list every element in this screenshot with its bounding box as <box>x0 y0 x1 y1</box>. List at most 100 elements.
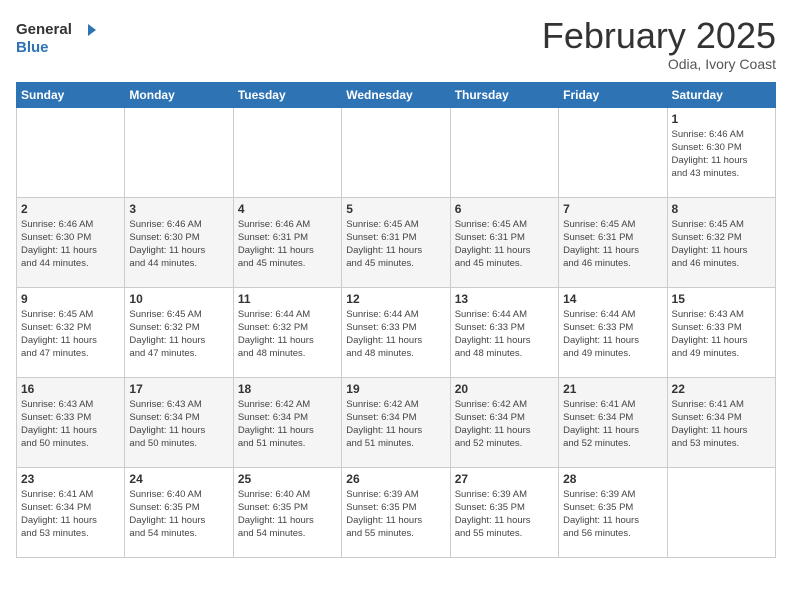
day-info: Sunrise: 6:41 AM Sunset: 6:34 PM Dayligh… <box>563 398 662 451</box>
day-number: 19 <box>346 382 445 396</box>
day-number: 27 <box>455 472 554 486</box>
day-cell-9: 9 Sunrise: 6:45 AM Sunset: 6:32 PM Daylig… <box>17 287 125 377</box>
day-cell-14: 14Sunrise: 6:44 AM Sunset: 6:33 PM Dayli… <box>559 287 667 377</box>
day-info: Sunrise: 6:46 AM Sunset: 6:31 PM Dayligh… <box>238 218 337 271</box>
day-cell-10: 10Sunrise: 6:45 AM Sunset: 6:32 PM Dayli… <box>125 287 233 377</box>
day-number: 28 <box>563 472 662 486</box>
day-number: 20 <box>455 382 554 396</box>
day-number: 12 <box>346 292 445 306</box>
day-number: 18 <box>238 382 337 396</box>
day-number: 5 <box>346 202 445 216</box>
day-number: 7 <box>563 202 662 216</box>
title-section: February 2025 Odia, Ivory Coast <box>542 16 776 72</box>
day-cell-2: 2 Sunrise: 6:46 AM Sunset: 6:30 PM Daylig… <box>17 197 125 287</box>
day-cell-8: 8Sunrise: 6:45 AM Sunset: 6:32 PM Daylig… <box>667 197 775 287</box>
week-row-1: 1 Sunrise: 6:46 AM Sunset: 6:30 PM Daylig… <box>17 107 776 197</box>
empty-cell <box>342 107 450 197</box>
day-cell-23: 23 Sunrise: 6:41 AM Sunset: 6:34 PM Dayli… <box>17 467 125 557</box>
day-cell-19: 19 Sunrise: 6:42 AM Sunset: 6:34 PM Dayli… <box>342 377 450 467</box>
day-number: 1 <box>672 112 771 126</box>
day-info: Sunrise: 6:44 AM Sunset: 6:33 PM Dayligh… <box>563 308 662 361</box>
day-cell-15: 15 Sunrise: 6:43 AM Sunset: 6:33 PM Dayli… <box>667 287 775 377</box>
day-number: 25 <box>238 472 337 486</box>
calendar-table: SundayMondayTuesdayWednesdayThursdayFrid… <box>16 82 776 558</box>
day-info: Sunrise: 6:40 AM Sunset: 6:35 PM Dayligh… <box>129 488 228 541</box>
day-cell-13: 13 Sunrise: 6:44 AM Sunset: 6:33 PM Dayli… <box>450 287 558 377</box>
day-info: Sunrise: 6:45 AM Sunset: 6:32 PM Dayligh… <box>672 218 771 271</box>
day-number: 17 <box>129 382 228 396</box>
header-row: SundayMondayTuesdayWednesdayThursdayFrid… <box>17 82 776 107</box>
day-cell-25: 25 Sunrise: 6:40 AM Sunset: 6:35 PM Dayli… <box>233 467 341 557</box>
week-row-3: 9 Sunrise: 6:45 AM Sunset: 6:32 PM Daylig… <box>17 287 776 377</box>
empty-cell <box>125 107 233 197</box>
day-info: Sunrise: 6:46 AM Sunset: 6:30 PM Dayligh… <box>21 218 120 271</box>
day-info: Sunrise: 6:43 AM Sunset: 6:33 PM Dayligh… <box>672 308 771 361</box>
day-number: 11 <box>238 292 337 306</box>
calendar-page: General Blue February 2025 Odia, Ivory C… <box>0 0 792 568</box>
day-number: 9 <box>21 292 120 306</box>
empty-cell <box>667 467 775 557</box>
day-cell-24: 24 Sunrise: 6:40 AM Sunset: 6:35 PM Dayli… <box>125 467 233 557</box>
day-info: Sunrise: 6:41 AM Sunset: 6:34 PM Dayligh… <box>21 488 120 541</box>
col-header-sunday: Sunday <box>17 82 125 107</box>
day-cell-16: 16Sunrise: 6:43 AM Sunset: 6:33 PM Dayli… <box>17 377 125 467</box>
day-cell-22: 22Sunrise: 6:41 AM Sunset: 6:34 PM Dayli… <box>667 377 775 467</box>
day-cell-1: 1 Sunrise: 6:46 AM Sunset: 6:30 PM Daylig… <box>667 107 775 197</box>
day-info: Sunrise: 6:39 AM Sunset: 6:35 PM Dayligh… <box>346 488 445 541</box>
day-info: Sunrise: 6:39 AM Sunset: 6:35 PM Dayligh… <box>563 488 662 541</box>
day-info: Sunrise: 6:45 AM Sunset: 6:31 PM Dayligh… <box>346 218 445 271</box>
day-info: Sunrise: 6:43 AM Sunset: 6:34 PM Dayligh… <box>129 398 228 451</box>
col-header-thursday: Thursday <box>450 82 558 107</box>
week-row-5: 23 Sunrise: 6:41 AM Sunset: 6:34 PM Dayli… <box>17 467 776 557</box>
day-info: Sunrise: 6:46 AM Sunset: 6:30 PM Dayligh… <box>129 218 228 271</box>
logo-svg: General Blue <box>16 16 96 58</box>
month-title: February 2025 <box>542 16 776 56</box>
day-cell-6: 6 Sunrise: 6:45 AM Sunset: 6:31 PM Daylig… <box>450 197 558 287</box>
col-header-tuesday: Tuesday <box>233 82 341 107</box>
day-info: Sunrise: 6:45 AM Sunset: 6:31 PM Dayligh… <box>455 218 554 271</box>
day-number: 10 <box>129 292 228 306</box>
day-cell-17: 17 Sunrise: 6:43 AM Sunset: 6:34 PM Dayli… <box>125 377 233 467</box>
day-number: 13 <box>455 292 554 306</box>
location: Odia, Ivory Coast <box>542 56 776 72</box>
day-info: Sunrise: 6:42 AM Sunset: 6:34 PM Dayligh… <box>455 398 554 451</box>
col-header-friday: Friday <box>559 82 667 107</box>
empty-cell <box>559 107 667 197</box>
day-cell-12: 12 Sunrise: 6:44 AM Sunset: 6:33 PM Dayli… <box>342 287 450 377</box>
day-number: 15 <box>672 292 771 306</box>
day-number: 23 <box>21 472 120 486</box>
day-cell-11: 11Sunrise: 6:44 AM Sunset: 6:32 PM Dayli… <box>233 287 341 377</box>
day-info: Sunrise: 6:44 AM Sunset: 6:33 PM Dayligh… <box>455 308 554 361</box>
day-number: 4 <box>238 202 337 216</box>
day-number: 22 <box>672 382 771 396</box>
day-info: Sunrise: 6:46 AM Sunset: 6:30 PM Dayligh… <box>672 128 771 181</box>
day-cell-3: 3 Sunrise: 6:46 AM Sunset: 6:30 PM Daylig… <box>125 197 233 287</box>
day-cell-28: 28 Sunrise: 6:39 AM Sunset: 6:35 PM Dayli… <box>559 467 667 557</box>
day-cell-21: 21Sunrise: 6:41 AM Sunset: 6:34 PM Dayli… <box>559 377 667 467</box>
day-cell-26: 26 Sunrise: 6:39 AM Sunset: 6:35 PM Dayli… <box>342 467 450 557</box>
day-info: Sunrise: 6:45 AM Sunset: 6:32 PM Dayligh… <box>21 308 120 361</box>
day-number: 24 <box>129 472 228 486</box>
day-number: 3 <box>129 202 228 216</box>
svg-text:Blue: Blue <box>16 39 49 56</box>
day-number: 2 <box>21 202 120 216</box>
day-info: Sunrise: 6:45 AM Sunset: 6:31 PM Dayligh… <box>563 218 662 271</box>
day-cell-5: 5 Sunrise: 6:45 AM Sunset: 6:31 PM Daylig… <box>342 197 450 287</box>
col-header-wednesday: Wednesday <box>342 82 450 107</box>
day-cell-7: 7 Sunrise: 6:45 AM Sunset: 6:31 PM Daylig… <box>559 197 667 287</box>
day-number: 16 <box>21 382 120 396</box>
header: General Blue February 2025 Odia, Ivory C… <box>16 16 776 72</box>
col-header-monday: Monday <box>125 82 233 107</box>
day-cell-4: 4 Sunrise: 6:46 AM Sunset: 6:31 PM Daylig… <box>233 197 341 287</box>
day-cell-18: 18Sunrise: 6:42 AM Sunset: 6:34 PM Dayli… <box>233 377 341 467</box>
day-number: 6 <box>455 202 554 216</box>
week-row-2: 2 Sunrise: 6:46 AM Sunset: 6:30 PM Daylig… <box>17 197 776 287</box>
svg-text:General: General <box>16 21 72 38</box>
day-info: Sunrise: 6:44 AM Sunset: 6:33 PM Dayligh… <box>346 308 445 361</box>
day-number: 26 <box>346 472 445 486</box>
day-info: Sunrise: 6:40 AM Sunset: 6:35 PM Dayligh… <box>238 488 337 541</box>
day-info: Sunrise: 6:42 AM Sunset: 6:34 PM Dayligh… <box>346 398 445 451</box>
week-row-4: 16Sunrise: 6:43 AM Sunset: 6:33 PM Dayli… <box>17 377 776 467</box>
logo: General Blue <box>16 16 96 58</box>
day-info: Sunrise: 6:39 AM Sunset: 6:35 PM Dayligh… <box>455 488 554 541</box>
